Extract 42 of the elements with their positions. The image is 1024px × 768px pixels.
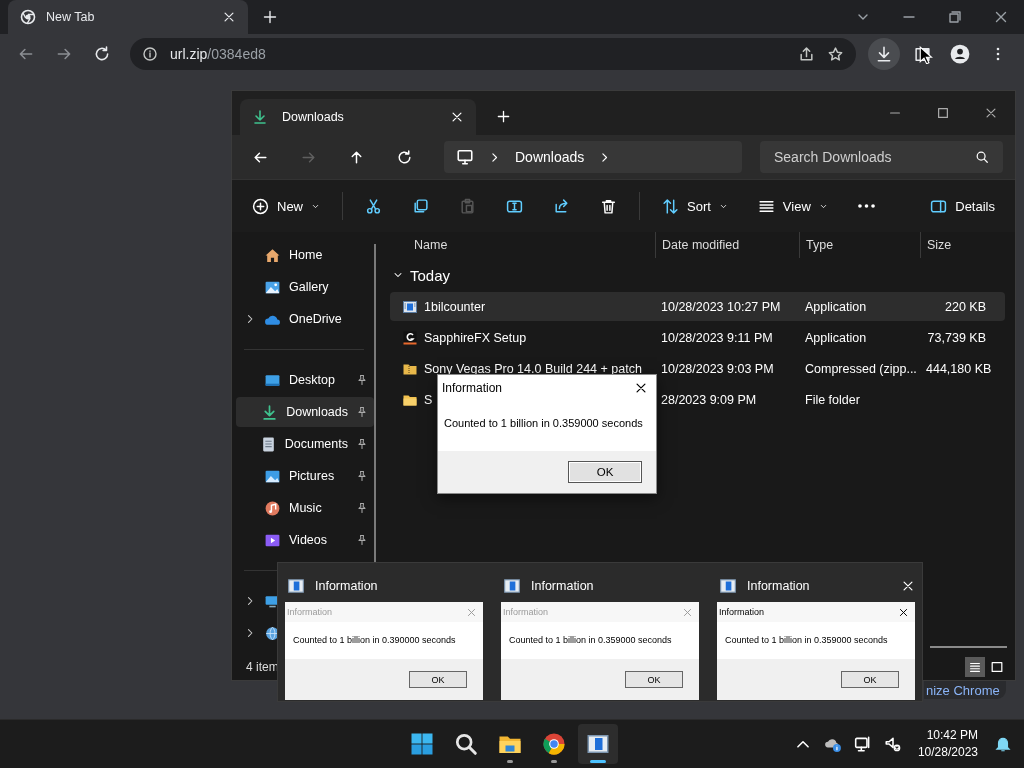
file-name: S: [424, 392, 433, 407]
size-cell-text: 73,739 KB: [926, 330, 987, 345]
ok-button: OK: [841, 671, 899, 688]
tab-title: New Tab: [46, 10, 96, 24]
dialog-title: Information: [287, 607, 334, 617]
file-name: SapphireFX Setup: [424, 330, 527, 345]
date-cell-text: 28/2023 9:09 PM: [660, 392, 758, 407]
sidebar-label: Home: [289, 248, 324, 262]
type-cell-text: File folder: [804, 392, 861, 407]
sidebar-label: Videos: [289, 533, 328, 547]
file-name: Sony Vegas Pro 14.0 Build 244 + patch: [424, 361, 642, 376]
group-header: Today: [410, 266, 451, 284]
sidebar-label: Music: [289, 501, 323, 515]
tab-title: Downloads: [282, 110, 345, 124]
size-cell-text: 220 KB: [944, 299, 987, 314]
preview-title: Information: [747, 578, 811, 593]
sidebar-label: OneDrive: [289, 312, 343, 326]
dialog-title: Information: [503, 607, 550, 617]
dialog-title: Information: [719, 607, 766, 617]
date-cell-text: 10/28/2023 9:03 PM: [660, 361, 775, 376]
dialog-message: Counted to 1 billion in 0.359000 seconds: [724, 634, 889, 647]
file-name: 1bilcounter: [424, 299, 486, 314]
date-cell-text: 10/28/2023 10:27 PM: [660, 299, 782, 314]
type-cell-text: Compressed (zipp...: [804, 361, 918, 376]
dialog-message: Counted to 1 billion in 0.359000 seconds: [508, 634, 673, 647]
ok-button: OK: [625, 671, 683, 688]
dialog-message: Counted to 1 billion in 0.359000 seconds: [443, 416, 644, 431]
type-cell-text: Application: [804, 330, 868, 345]
dialog-message: Counted to 1 billion in 0.390000 seconds: [292, 634, 457, 647]
size-cell-text: 444,180 KB: [925, 361, 992, 376]
date-cell-text: 10/28/2023 9:11 PM: [660, 330, 774, 345]
sidebar-label: Documents: [284, 437, 348, 451]
dialog-title: Information: [442, 381, 504, 395]
type-cell-text: Application: [804, 299, 868, 314]
preview-title: Information: [531, 578, 595, 593]
ok-button: OK: [409, 671, 467, 688]
preview-title: Information: [315, 578, 379, 593]
sidebar-label: Downloads: [286, 405, 348, 419]
sidebar-label: Gallery: [289, 280, 330, 294]
address-text: url.zip/0384ed8: [170, 46, 267, 62]
sidebar-label: Desktop: [289, 373, 336, 387]
sidebar-label: Pictures: [289, 469, 336, 483]
